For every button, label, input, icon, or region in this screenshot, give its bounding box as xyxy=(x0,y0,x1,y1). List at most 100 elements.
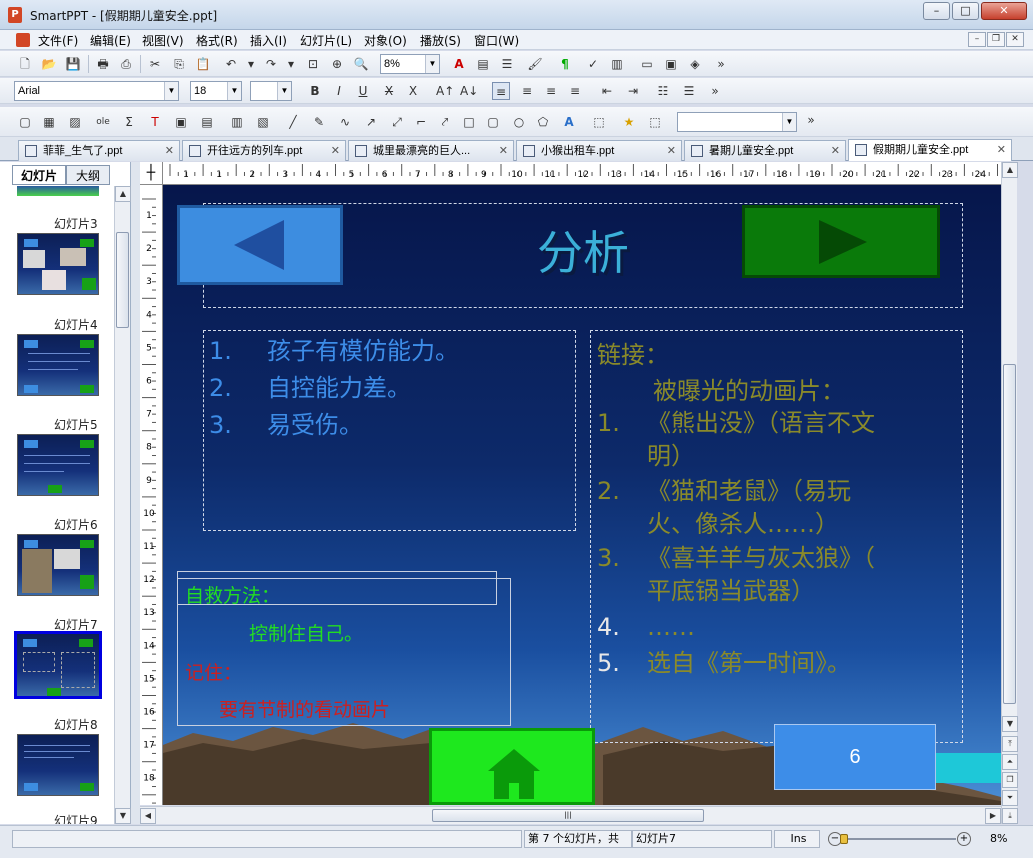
panel-splitter[interactable] xyxy=(131,162,140,824)
undo-icon[interactable]: ↶ xyxy=(222,55,240,73)
redo-icon[interactable]: ↷ xyxy=(262,55,280,73)
scroll-up-icon[interactable]: ▲ xyxy=(115,186,131,202)
slide-thumbnail[interactable] xyxy=(17,734,99,796)
chart-icon[interactable]: ▥ xyxy=(608,55,626,73)
film-icon[interactable]: ▥ xyxy=(228,113,246,131)
more-tools-icon[interactable]: » xyxy=(706,82,724,100)
ellipse-icon[interactable]: ○ xyxy=(510,113,528,131)
paragraph-mark-icon[interactable]: ¶ xyxy=(556,55,574,73)
wordart-icon[interactable]: A xyxy=(560,113,578,131)
underline-icon[interactable]: U xyxy=(354,82,372,100)
close-icon[interactable]: ✕ xyxy=(331,141,340,161)
media-icon[interactable]: ▧ xyxy=(254,113,272,131)
slide-thumbnail[interactable] xyxy=(17,334,99,396)
maximize-button[interactable]: □ xyxy=(952,2,979,20)
print-icon[interactable]: 🖶 xyxy=(94,55,112,73)
group-icon[interactable]: ⬚ xyxy=(590,113,608,131)
next-slide-icon[interactable]: ⏷ xyxy=(1002,790,1018,806)
formula-icon[interactable]: Σ xyxy=(120,113,138,131)
editor-vertical-scrollbar[interactable]: ▲ ▼ ⤒ ⏶ ❐ ⏷ ⤓ xyxy=(1001,162,1018,824)
pen-icon[interactable]: ✎ xyxy=(310,113,328,131)
close-icon[interactable]: ✕ xyxy=(499,141,508,161)
undo-dropdown-icon[interactable]: ▾ xyxy=(242,55,260,73)
border-combo[interactable]: ▼ xyxy=(250,81,292,101)
font-color-icon[interactable]: A xyxy=(450,55,468,73)
first-slide-icon[interactable]: ⤒ xyxy=(1002,736,1018,752)
scroll-thumb[interactable]: ||| xyxy=(432,809,704,822)
scroll-right-icon[interactable]: ▶ xyxy=(985,808,1001,824)
list-icon[interactable]: ☰ xyxy=(498,55,516,73)
menu-format[interactable]: 格式(R) xyxy=(196,32,238,49)
close-icon[interactable]: ✕ xyxy=(165,141,174,161)
table-icon[interactable]: ▦ xyxy=(40,113,58,131)
text-frame-icon[interactable]: ▢ xyxy=(16,113,34,131)
doc-tab[interactable]: 小猴出租车.ppt ✕ xyxy=(516,140,682,161)
layers-icon[interactable]: ◈ xyxy=(686,55,704,73)
save-icon[interactable]: 💾 xyxy=(64,55,82,73)
scroll-thumb[interactable] xyxy=(116,232,129,328)
chevron-down-icon[interactable]: ▼ xyxy=(227,82,241,100)
zoom-fit-icon[interactable]: ⊕ xyxy=(328,55,346,73)
shapes-icon[interactable]: ⬠ xyxy=(534,113,552,131)
actual-size-icon[interactable]: ⊡ xyxy=(304,55,322,73)
forward-action-button[interactable] xyxy=(742,205,940,278)
minimize-button[interactable]: – xyxy=(923,2,950,20)
rounded-rectangle-icon[interactable]: ▢ xyxy=(484,113,502,131)
close-button[interactable]: ✕ xyxy=(981,2,1027,20)
home-action-button[interactable] xyxy=(429,728,595,805)
curve-icon[interactable]: ∿ xyxy=(336,113,354,131)
image-icon[interactable]: ▨ xyxy=(66,113,84,131)
previous-slide-icon[interactable]: ⏶ xyxy=(1002,754,1018,770)
zoom-combo[interactable]: 8% ▼ xyxy=(380,54,440,74)
font-name-combo[interactable]: Arial ▼ xyxy=(14,81,179,101)
shrink-font-icon[interactable]: A↓ xyxy=(460,82,478,100)
back-action-button[interactable] xyxy=(177,205,343,285)
rectangle-icon[interactable]: □ xyxy=(460,113,478,131)
picture-frame-icon[interactable]: ▤ xyxy=(198,113,216,131)
text-box-icon[interactable]: T xyxy=(146,113,164,131)
slides-panel-scrollbar[interactable]: ▲ ▼ xyxy=(114,186,131,824)
line-icon[interactable]: ╱ xyxy=(284,113,302,131)
scroll-down-icon[interactable]: ▼ xyxy=(1002,716,1018,732)
font-size-combo[interactable]: 18 ▼ xyxy=(190,81,242,101)
decrease-indent-icon[interactable]: ⇤ xyxy=(598,82,616,100)
chevron-down-icon[interactable]: ▼ xyxy=(782,113,796,131)
chevron-down-icon[interactable]: ▼ xyxy=(164,82,178,100)
paste-icon[interactable]: 📋 xyxy=(194,55,212,73)
slide-thumbnail[interactable] xyxy=(17,534,99,596)
zoom-slider-thumb[interactable] xyxy=(840,834,848,844)
menu-window[interactable]: 窗口(W) xyxy=(474,32,519,49)
increase-indent-icon[interactable]: ⇥ xyxy=(624,82,642,100)
menu-view[interactable]: 视图(V) xyxy=(142,32,184,49)
menu-edit[interactable]: 编辑(E) xyxy=(90,32,131,49)
close-icon[interactable]: ✕ xyxy=(667,141,676,161)
slide-title[interactable]: 分析 xyxy=(523,223,643,283)
doc-tab[interactable]: 暑期儿童安全.ppt ✕ xyxy=(684,140,846,161)
zoom-icon[interactable]: 🔍 xyxy=(352,55,370,73)
doc-tab[interactable]: 开往远方的列车.ppt ✕ xyxy=(182,140,346,161)
format-painter-icon[interactable]: 🖌 xyxy=(526,55,544,73)
more-tools-icon[interactable]: » xyxy=(712,55,730,73)
clear-format-icon[interactable]: X xyxy=(404,82,422,100)
strikethrough-icon[interactable]: X xyxy=(380,82,398,100)
mdi-close-button[interactable]: ✕ xyxy=(1006,32,1024,47)
numbered-list-icon[interactable]: ☷ xyxy=(654,82,672,100)
menu-play[interactable]: 播放(S) xyxy=(420,32,461,49)
align-left-icon[interactable]: ≡ xyxy=(492,82,510,100)
chevron-down-icon[interactable]: ▼ xyxy=(277,82,291,100)
mdi-restore-button[interactable]: ❐ xyxy=(987,32,1005,47)
style-combo[interactable]: ▼ xyxy=(677,112,797,132)
close-icon[interactable]: ✕ xyxy=(831,141,840,161)
select-icon[interactable]: ⬚ xyxy=(646,113,664,131)
align-center-icon[interactable]: ≡ xyxy=(518,82,536,100)
italic-icon[interactable]: I xyxy=(330,82,348,100)
page-icon[interactable]: ▭ xyxy=(638,55,656,73)
bold-icon[interactable]: B xyxy=(306,82,324,100)
chevron-down-icon[interactable]: ▼ xyxy=(425,55,439,73)
align-right-icon[interactable]: ≡ xyxy=(542,82,560,100)
pdf-export-icon[interactable]: ⎙ xyxy=(117,55,135,73)
spell-check-icon[interactable]: ✓ xyxy=(584,55,602,73)
editor-horizontal-scrollbar[interactable]: ◀ ||| ▶ xyxy=(140,806,1001,824)
slide-thumbnail[interactable] xyxy=(17,434,99,496)
scroll-up-icon[interactable]: ▲ xyxy=(1002,162,1018,178)
